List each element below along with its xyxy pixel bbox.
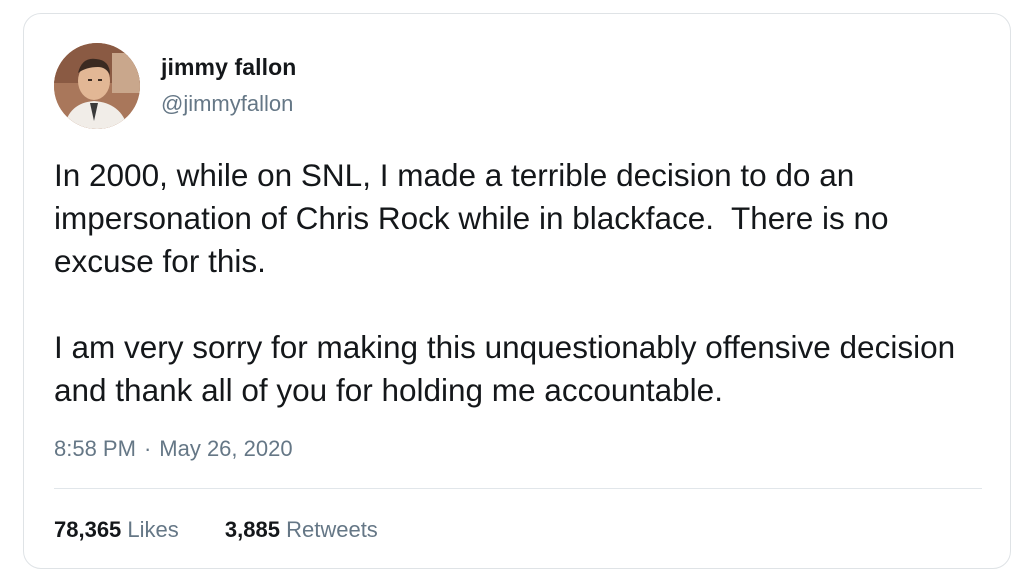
tweet-text: In 2000, while on SNL, I made a terrible… <box>54 154 984 412</box>
avatar[interactable] <box>54 43 140 129</box>
divider <box>54 488 982 489</box>
separator-dot: · <box>143 436 152 461</box>
tweet-stats: 78,365 Likes 3,885 Retweets <box>54 517 418 543</box>
retweets-count: 3,885 <box>224 517 280 542</box>
likes-label: Likes <box>127 517 179 542</box>
likes-stat[interactable]: 78,365 Likes <box>54 517 179 543</box>
tweet-paragraph: In 2000, while on SNL, I made a terrible… <box>54 157 898 279</box>
author-handle[interactable]: @jimmyfallon <box>161 91 293 117</box>
retweets-label: Retweets <box>286 517 378 542</box>
likes-count: 78,365 <box>54 517 122 542</box>
avatar-photo-icon <box>54 43 140 129</box>
tweet-date: May 26, 2020 <box>159 436 293 461</box>
retweets-stat[interactable]: 3,885 Retweets <box>225 517 378 543</box>
tweet-card: jimmy fallon @jimmyfallon In 2000, while… <box>23 13 1011 569</box>
tweet-timestamp[interactable]: 8:58 PM · May 26, 2020 <box>54 436 293 462</box>
tweet-time: 8:58 PM <box>54 436 136 461</box>
tweet-paragraph: I am very sorry for making this unquesti… <box>54 329 964 408</box>
author-name[interactable]: jimmy fallon <box>161 54 296 81</box>
